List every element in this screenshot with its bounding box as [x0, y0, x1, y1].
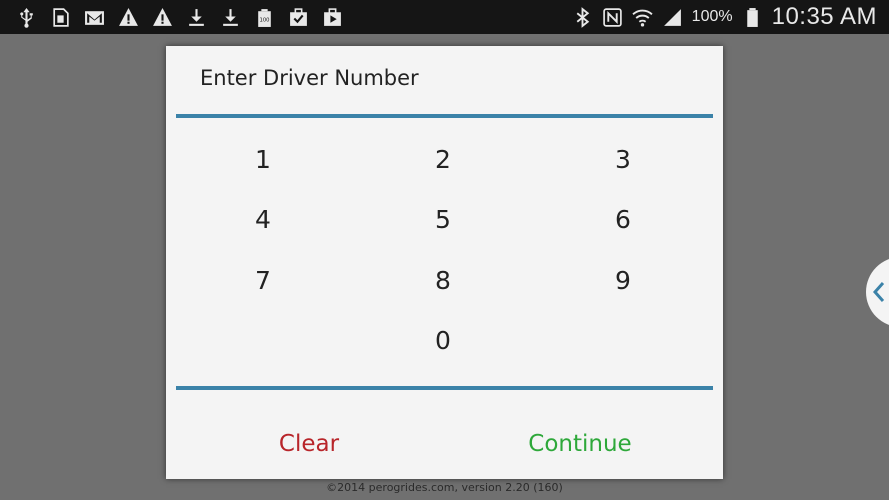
notification-icons: 100 [0, 7, 343, 28]
sd-card-icon [50, 7, 71, 28]
actions-divider [176, 386, 713, 390]
key-2[interactable]: 2 [383, 134, 503, 184]
warning-icon [152, 7, 173, 28]
wifi-icon [632, 7, 653, 28]
download-icon [186, 7, 207, 28]
download-icon [220, 7, 241, 28]
key-5[interactable]: 5 [383, 194, 503, 244]
driver-number-dialog: Enter Driver Number 1 2 3 4 5 6 7 8 9 0 … [166, 46, 723, 479]
svg-text:100: 100 [259, 17, 269, 23]
signal-icon [662, 7, 683, 28]
key-7[interactable]: 7 [203, 255, 323, 305]
system-icons: 100% 10:35 AM [572, 3, 889, 31]
key-4[interactable]: 4 [203, 194, 323, 244]
key-6[interactable]: 6 [563, 194, 683, 244]
continue-button[interactable]: Continue [480, 421, 680, 467]
clipboard-check-icon [288, 7, 309, 28]
side-drawer-tab[interactable] [866, 257, 889, 327]
key-9[interactable]: 9 [563, 255, 683, 305]
key-1[interactable]: 1 [203, 134, 323, 184]
clear-button[interactable]: Clear [209, 421, 409, 467]
keypad: 1 2 3 4 5 6 7 8 9 0 [166, 128, 723, 378]
key-8[interactable]: 8 [383, 255, 503, 305]
battery-100-icon: 100 [254, 7, 275, 28]
copyright-footer: ©2014 perogrides.com, version 2.20 (160) [326, 481, 563, 494]
gmail-icon [84, 7, 105, 28]
warning-icon [118, 7, 139, 28]
nfc-icon [602, 7, 623, 28]
key-3[interactable]: 3 [563, 134, 683, 184]
chevron-left-icon [872, 282, 885, 302]
title-divider [176, 114, 713, 118]
battery-percent: 100% [691, 8, 733, 25]
usb-icon [16, 7, 37, 28]
key-0[interactable]: 0 [383, 315, 503, 365]
clock: 10:35 AM [771, 3, 877, 30]
bluetooth-icon [572, 6, 593, 28]
battery-icon [742, 7, 763, 28]
dialog-title: Enter Driver Number [200, 66, 419, 90]
status-bar: 100 100% 10:35 AM [0, 0, 889, 34]
media-icon [322, 7, 343, 28]
